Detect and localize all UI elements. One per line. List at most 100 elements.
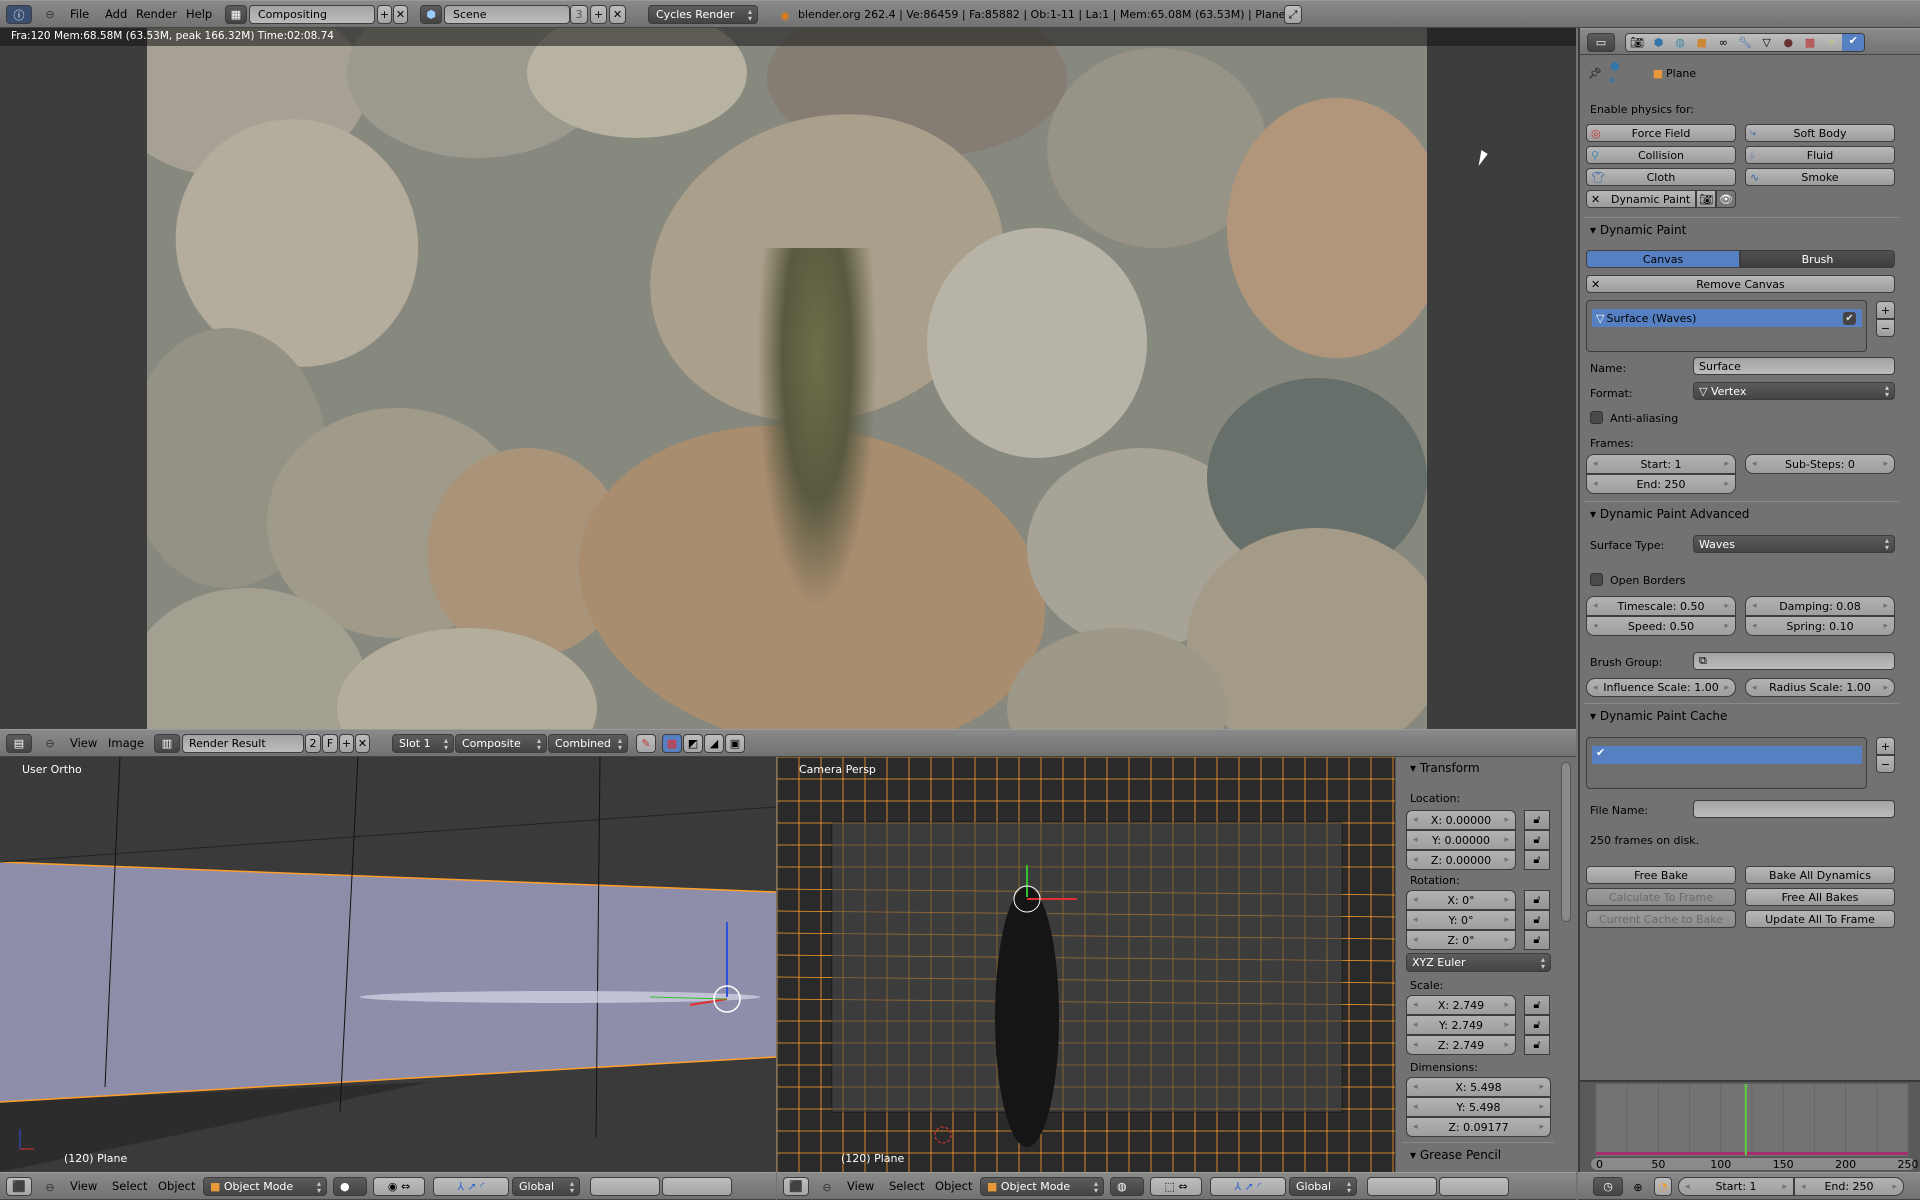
location-z[interactable]: Z: 0.00000	[1406, 850, 1516, 870]
location-x[interactable]: X: 0.00000	[1406, 810, 1516, 830]
cloth-button[interactable]: 👕︎ Cloth	[1586, 168, 1736, 186]
force-field-button[interactable]: ◎ Force Field	[1586, 124, 1736, 142]
file-name-field[interactable]	[1693, 800, 1895, 818]
remove-cache-button[interactable]: −	[1876, 755, 1895, 773]
layer-buttons-2[interactable]	[662, 1177, 732, 1196]
rotation-x[interactable]: X: 0°	[1406, 890, 1516, 910]
spring-field[interactable]: Spring: 0.10	[1745, 616, 1895, 636]
paint-brush-icon[interactable]: ✎	[636, 734, 656, 753]
influence-scale-field[interactable]: Influence Scale: 1.00	[1586, 678, 1736, 697]
dimensions-x[interactable]: X: 5.498	[1406, 1077, 1551, 1097]
menu-file[interactable]: File	[70, 1, 89, 27]
remove-canvas-button[interactable]: ✕ Remove Canvas	[1586, 275, 1895, 293]
manipulator-icons[interactable]: ⅄ ➚ ◜	[1210, 1177, 1286, 1196]
scale-y[interactable]: Y: 2.749	[1406, 1015, 1516, 1035]
transform-panel-header[interactable]: ▾ Transform	[1410, 761, 1480, 775]
layer-buttons-2[interactable]	[1439, 1177, 1509, 1196]
update-all-to-frame-button[interactable]: Update All To Frame	[1745, 910, 1895, 928]
image-name-field[interactable]: Render Result	[182, 734, 304, 753]
frame-end-field[interactable]: End: 250	[1586, 474, 1736, 494]
calculate-to-frame-button[interactable]: Calculate To Frame	[1586, 888, 1736, 906]
layer-buttons[interactable]	[590, 1177, 660, 1196]
collapse-menu-icon[interactable]: ⊕	[1632, 1181, 1644, 1194]
collapse-menu-icon[interactable]: ⊖	[44, 1181, 56, 1194]
render-tab-icon[interactable]: 📷︎	[1626, 36, 1648, 49]
menu-help[interactable]: Help	[186, 1, 212, 27]
free-bake-button[interactable]: Free Bake	[1586, 866, 1736, 884]
scene-icon[interactable]: ⬢	[420, 5, 442, 24]
constraints-tab-icon[interactable]: ∞	[1713, 36, 1735, 49]
add-cache-button[interactable]: +	[1876, 737, 1895, 755]
menu-view[interactable]: View	[847, 1173, 874, 1199]
lock-icon[interactable]: 🔓︎	[1524, 810, 1550, 830]
start-frame-field[interactable]: Start: 1	[1678, 1177, 1794, 1196]
rotation-mode-dropdown[interactable]: XYZ Euler ▴ ▾	[1406, 953, 1551, 972]
add-scene-button[interactable]: +	[590, 5, 607, 24]
editor-type-timeline-icon[interactable]: ◷	[1593, 1177, 1623, 1196]
damping-field[interactable]: Damping: 0.08	[1745, 596, 1895, 616]
render-layer-dropdown[interactable]: Composite ▴ ▾	[455, 734, 547, 753]
menu-select[interactable]: Select	[889, 1173, 924, 1199]
timeline-ruler[interactable]	[1590, 1157, 1916, 1171]
lock-icon[interactable]: 🔓︎	[1524, 995, 1550, 1015]
layer-buttons[interactable]	[1367, 1177, 1437, 1196]
lock-icon[interactable]: 🔓︎	[1524, 910, 1550, 930]
pivot-point-dropdown[interactable]: ◉ ⇔	[373, 1177, 425, 1196]
object-tab-icon[interactable]: ■	[1691, 36, 1713, 49]
screen-layout-field[interactable]: Compositing	[249, 5, 375, 24]
draw-zbuffer-icon[interactable]: ▣	[725, 734, 745, 753]
grease-pencil-panel-header[interactable]: ▾ Grease Pencil	[1410, 1148, 1501, 1162]
lock-icon[interactable]: 🔓︎	[1524, 850, 1550, 870]
mode-dropdown[interactable]: ■ Object Mode ▴ ▾	[980, 1177, 1104, 1196]
smoke-button[interactable]: ∿ Smoke	[1745, 168, 1895, 186]
surface-enabled-checkbox[interactable]: ✔	[1843, 311, 1856, 325]
lock-icon[interactable]: 🔓︎	[1524, 890, 1550, 910]
data-tab-icon[interactable]: ▽	[1756, 36, 1778, 49]
fake-user-toggle[interactable]: F	[322, 734, 338, 753]
render-toggle-icon[interactable]: 📷︎	[1696, 190, 1716, 208]
draw-alpha-icon[interactable]: ◢	[704, 734, 724, 753]
orientation-dropdown[interactable]: Global ▴ ▾	[1289, 1177, 1357, 1196]
world-tab-icon[interactable]: ◍	[1669, 36, 1691, 49]
collapse-menu-icon[interactable]: ⊖	[821, 1181, 833, 1194]
dimensions-z[interactable]: Z: 0.09177	[1406, 1117, 1551, 1137]
add-surface-button[interactable]: +	[1876, 301, 1895, 319]
substeps-field[interactable]: Sub-Steps: 0	[1745, 454, 1895, 474]
new-image-button[interactable]: +	[339, 734, 354, 753]
context-tabs[interactable]: 📷︎ ⬢ ◍ ■ ∞ 🔧︎ ▽ ● ▩ ✧ ✔	[1625, 33, 1865, 52]
end-frame-field[interactable]: End: 250	[1794, 1177, 1904, 1196]
remove-surface-button[interactable]: −	[1876, 319, 1895, 337]
texture-tab-icon[interactable]: ▩	[1799, 36, 1821, 49]
surface-name-field[interactable]: Surface	[1693, 357, 1895, 375]
rotation-z[interactable]: Z: 0°	[1406, 930, 1516, 950]
modifiers-tab-icon[interactable]: 🔧︎	[1734, 36, 1756, 49]
menu-image[interactable]: Image	[108, 730, 144, 756]
collapse-menu-icon[interactable]: ⊖	[44, 737, 56, 750]
image-browse-icon[interactable]: ▥	[154, 734, 180, 753]
delete-scene-button[interactable]: ✕	[609, 5, 626, 24]
timescale-field[interactable]: Timescale: 0.50	[1586, 596, 1736, 616]
dimensions-y[interactable]: Y: 5.498	[1406, 1097, 1551, 1117]
particles-tab-icon[interactable]: ✧	[1821, 36, 1843, 49]
delete-screen-button[interactable]: ✕	[393, 5, 408, 24]
lock-icon[interactable]: 🔓︎	[1524, 830, 1550, 850]
dynamic-paint-panel-header[interactable]: ▾ Dynamic Paint	[1590, 223, 1686, 237]
scene-field[interactable]: Scene	[444, 5, 570, 24]
draw-image-icon[interactable]: ◩	[683, 734, 703, 753]
keying-icon[interactable]: ◔	[1654, 1177, 1672, 1196]
editor-type-3d-icon[interactable]: ⬛	[6, 1177, 32, 1196]
fluid-button[interactable]: 💧︎ Fluid	[1745, 146, 1895, 164]
physics-tab-icon[interactable]: ✔	[1842, 34, 1864, 51]
menu-render[interactable]: Render	[136, 1, 177, 27]
mode-dropdown[interactable]: ■ Object Mode ▴ ▾	[203, 1177, 327, 1196]
soft-body-button[interactable]: ⤷ Soft Body	[1745, 124, 1895, 142]
editor-type-info-icon[interactable]: ⓘ	[6, 5, 32, 24]
menu-view[interactable]: View	[70, 1173, 97, 1199]
menu-object[interactable]: Object	[158, 1173, 195, 1199]
rotation-y[interactable]: Y: 0°	[1406, 910, 1516, 930]
format-dropdown[interactable]: ▽ Vertex ▴ ▾	[1693, 382, 1895, 400]
list-item[interactable]: ▽ Surface (Waves) ✔	[1592, 309, 1862, 327]
current-cache-to-bake-button[interactable]: Current Cache to Bake	[1586, 910, 1736, 928]
lock-icon[interactable]: 🔓︎	[1524, 1035, 1550, 1055]
scale-z[interactable]: Z: 2.749	[1406, 1035, 1516, 1055]
